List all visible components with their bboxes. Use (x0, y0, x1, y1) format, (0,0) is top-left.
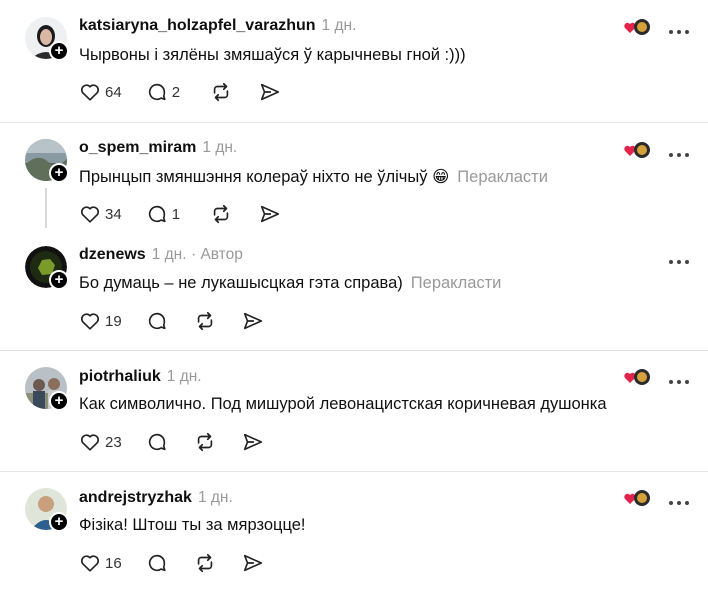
reaction-icons[interactable] (623, 17, 653, 37)
follow-plus-icon[interactable]: + (49, 270, 69, 290)
send-icon (243, 312, 262, 330)
like-button[interactable]: 16 (79, 552, 122, 574)
follow-plus-icon[interactable]: + (49, 512, 69, 532)
share-button[interactable] (242, 310, 264, 332)
comment-icon (148, 205, 166, 223)
post-header: andrejstryzhak 1 дн. (79, 489, 233, 507)
more-icon[interactable] (668, 493, 690, 505)
follow-plus-icon[interactable]: + (49, 41, 69, 61)
post-text-row: Бо думаць – не лукашысцкая гэта справа) П… (79, 274, 501, 293)
like-count: 23 (105, 433, 122, 451)
post-text: Как символично. Под мишурой левонацистск… (79, 395, 607, 413)
reply-button[interactable] (146, 431, 168, 453)
repost-icon (197, 311, 212, 331)
reply-button[interactable]: 2 (146, 81, 180, 103)
post-header: o_spem_miram 1 дн. (79, 139, 237, 157)
post-actions: 34 1 (79, 202, 281, 226)
reply-count: 2 (171, 83, 181, 101)
heart-icon (80, 434, 100, 451)
username[interactable]: dzenews (79, 246, 146, 263)
username[interactable]: o_spem_miram (79, 139, 196, 156)
post-actions: 16 (79, 551, 264, 575)
post-text: Чырвоны і зялёны змяшаўся ў карычневы гн… (79, 46, 466, 64)
post-actions: 19 (79, 309, 264, 333)
reaction-icons[interactable] (623, 488, 653, 508)
repost-button[interactable] (194, 552, 216, 574)
reply-button[interactable]: 1 (146, 203, 180, 225)
like-count: 19 (105, 312, 122, 330)
repost-button[interactable] (194, 310, 216, 332)
username[interactable]: andrejstryzhak (79, 489, 192, 506)
like-button[interactable]: 19 (79, 310, 122, 332)
comment-icon (148, 433, 166, 451)
repost-button[interactable] (210, 81, 232, 103)
send-icon (260, 83, 280, 101)
share-button[interactable] (242, 431, 264, 453)
comment-icon (148, 312, 166, 330)
author-badge: · Автор (190, 246, 243, 263)
translate-link[interactable]: Перакласти (411, 274, 502, 292)
send-icon (260, 205, 280, 223)
like-button[interactable]: 64 (79, 81, 122, 103)
like-count: 16 (105, 554, 122, 572)
reply-count: 1 (171, 205, 181, 223)
send-icon (243, 554, 262, 572)
reply-button[interactable] (146, 310, 168, 332)
more-icon[interactable] (668, 372, 690, 384)
reaction-icons[interactable] (623, 140, 653, 160)
timestamp[interactable]: 1 дн. (152, 246, 187, 263)
share-button[interactable] (259, 203, 281, 225)
post-actions: 23 (79, 430, 264, 454)
post-text-row: Прынцып змяншэння колераў ніхто не ўлічы… (79, 167, 548, 187)
more-icon[interactable] (668, 22, 690, 34)
share-button[interactable] (259, 81, 281, 103)
heart-icon (80, 555, 100, 572)
timestamp[interactable]: 1 дн. (198, 489, 233, 506)
follow-plus-icon[interactable]: + (49, 391, 69, 411)
comment-icon (148, 83, 166, 101)
post-header: piotrhaliuk 1 дн. (79, 368, 202, 386)
like-button[interactable]: 34 (79, 203, 122, 225)
reaction-icons[interactable] (623, 367, 653, 387)
like-button[interactable]: 23 (79, 431, 122, 453)
more-icon[interactable] (668, 252, 690, 264)
heart-icon (80, 206, 100, 223)
post-actions: 64 2 (79, 80, 281, 104)
like-count: 64 (105, 83, 122, 101)
username[interactable]: piotrhaliuk (79, 368, 161, 385)
repost-icon (197, 553, 212, 573)
repost-icon (213, 204, 229, 224)
post-text: Фізіка! Штош ты за мярзоцце! (79, 516, 306, 534)
timestamp[interactable]: 1 дн. (167, 368, 202, 385)
post-text: Прынцып змяншэння колераў ніхто не ўлічы… (79, 168, 450, 186)
follow-plus-icon[interactable]: + (49, 163, 69, 183)
comment-icon (148, 554, 166, 572)
heart-icon (80, 313, 100, 330)
translate-link[interactable]: Перакласти (457, 168, 548, 186)
send-icon (243, 433, 262, 451)
username[interactable]: katsiaryna_holzapfel_varazhun (79, 17, 316, 34)
heart-icon (80, 84, 100, 101)
repost-icon (197, 432, 212, 452)
share-button[interactable] (242, 552, 264, 574)
timestamp[interactable]: 1 дн. (202, 139, 237, 156)
post-header: katsiaryna_holzapfel_varazhun 1 дн. (79, 17, 356, 35)
post-text: Бо думаць – не лукашысцкая гэта справа) (79, 274, 403, 292)
post-header: dzenews 1 дн. · Автор (79, 246, 243, 264)
repost-button[interactable] (210, 203, 232, 225)
post-andrejstryzhak: + andrejstryzhak 1 дн. Фізіка! Штош ты за… (0, 472, 708, 589)
post-o-spem-miram: + o_spem_miram 1 дн. Прынцып змяншэння ко… (0, 123, 708, 349)
repost-button[interactable] (194, 431, 216, 453)
thread-line (45, 188, 47, 228)
post-piotrhaliuk: + piotrhaliuk 1 дн. Как символично. Под м… (0, 351, 708, 471)
reply-button[interactable] (146, 552, 168, 574)
timestamp[interactable]: 1 дн. (322, 17, 357, 34)
more-icon[interactable] (668, 145, 690, 157)
post-katsiaryna: + katsiaryna_holzapfel_varazhun 1 дн. Чыр… (0, 0, 708, 122)
repost-icon (213, 82, 229, 102)
like-count: 34 (105, 205, 122, 223)
